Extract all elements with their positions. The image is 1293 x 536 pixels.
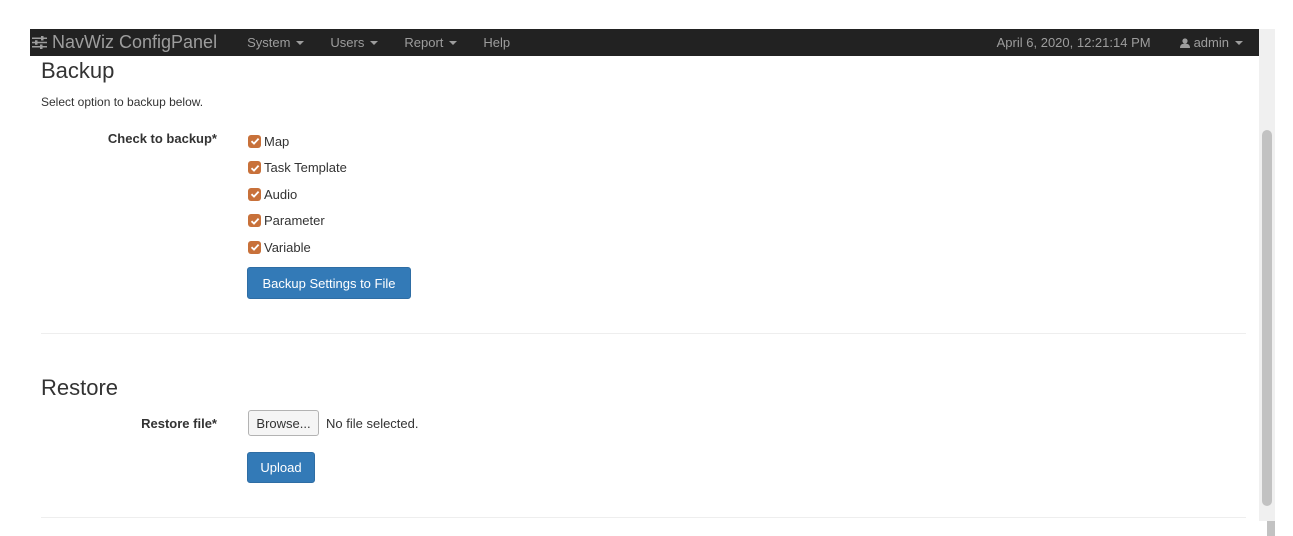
browse-button[interactable]: Browse... <box>248 410 319 436</box>
nav-users[interactable]: Users <box>330 35 379 50</box>
brand-title: NavWiz ConfigPanel <box>52 32 218 52</box>
caret-down-icon <box>370 40 379 45</box>
scrollbar-end <box>1267 521 1275 536</box>
nav-right: April 6, 2020, 12:21:14 PM admin <box>997 35 1259 50</box>
nav-report-label: Report <box>404 35 444 50</box>
backup-option-map[interactable]: Map <box>248 128 347 155</box>
backup-option-variable[interactable]: Variable <box>248 234 347 261</box>
checkbox-checked-icon[interactable] <box>248 240 261 254</box>
nav-system-label: System <box>247 35 291 50</box>
sliders-icon <box>32 36 47 49</box>
user-icon <box>1179 37 1190 48</box>
checkbox-checked-icon[interactable] <box>248 187 261 201</box>
brand[interactable]: NavWiz ConfigPanel <box>32 32 217 53</box>
checkbox-checked-icon[interactable] <box>248 134 261 148</box>
backup-option-parameter[interactable]: Parameter <box>248 208 347 235</box>
nav-report[interactable]: Report <box>404 35 458 50</box>
backup-option-audio[interactable]: Audio <box>248 181 347 208</box>
navbar: NavWiz ConfigPanel System Users Report H… <box>0 0 1259 56</box>
nav-system[interactable]: System <box>247 35 305 50</box>
caret-down-icon <box>296 40 305 45</box>
backup-option-label: Variable <box>264 239 311 255</box>
restore-title: Restore <box>41 375 119 400</box>
caret-down-icon <box>1235 40 1243 45</box>
scrollbar-thumb[interactable] <box>1262 130 1272 506</box>
upload-button[interactable]: Upload <box>247 452 315 483</box>
user-menu[interactable]: admin <box>1179 35 1243 50</box>
backup-options: Map Task Template Audio Parameter Variab… <box>248 128 347 261</box>
caret-down-icon <box>449 40 458 45</box>
section-divider <box>41 333 1246 334</box>
backup-hint: Select option to backup below. <box>41 95 204 109</box>
nav-help[interactable]: Help <box>483 35 510 50</box>
checkbox-checked-icon[interactable] <box>248 161 261 175</box>
backup-settings-button[interactable]: Backup Settings to File <box>247 267 411 299</box>
nav-help-label: Help <box>483 35 511 50</box>
nav-users-label: Users <box>330 35 365 50</box>
backup-option-label: Audio <box>264 186 298 202</box>
navbar-bar: NavWiz ConfigPanel System Users Report H… <box>30 29 1259 56</box>
backup-option-label: Task Template <box>264 160 347 176</box>
checkbox-checked-icon[interactable] <box>248 214 261 228</box>
user-name: admin <box>1193 35 1229 50</box>
backup-option-label: Parameter <box>264 213 325 229</box>
scrollbar[interactable] <box>1259 29 1275 521</box>
backup-option-label: Map <box>264 133 290 149</box>
file-status: No file selected. <box>326 416 419 431</box>
section-divider <box>41 517 1246 518</box>
check-to-backup-label: Check to backup* <box>107 131 217 146</box>
nav-menu: System Users Report Help <box>247 35 536 50</box>
datetime: April 6, 2020, 12:21:14 PM <box>996 35 1151 50</box>
backup-title: Backup <box>41 58 115 83</box>
restore-file-label: Restore file* <box>141 416 217 431</box>
backup-option-task-template[interactable]: Task Template <box>248 155 347 182</box>
